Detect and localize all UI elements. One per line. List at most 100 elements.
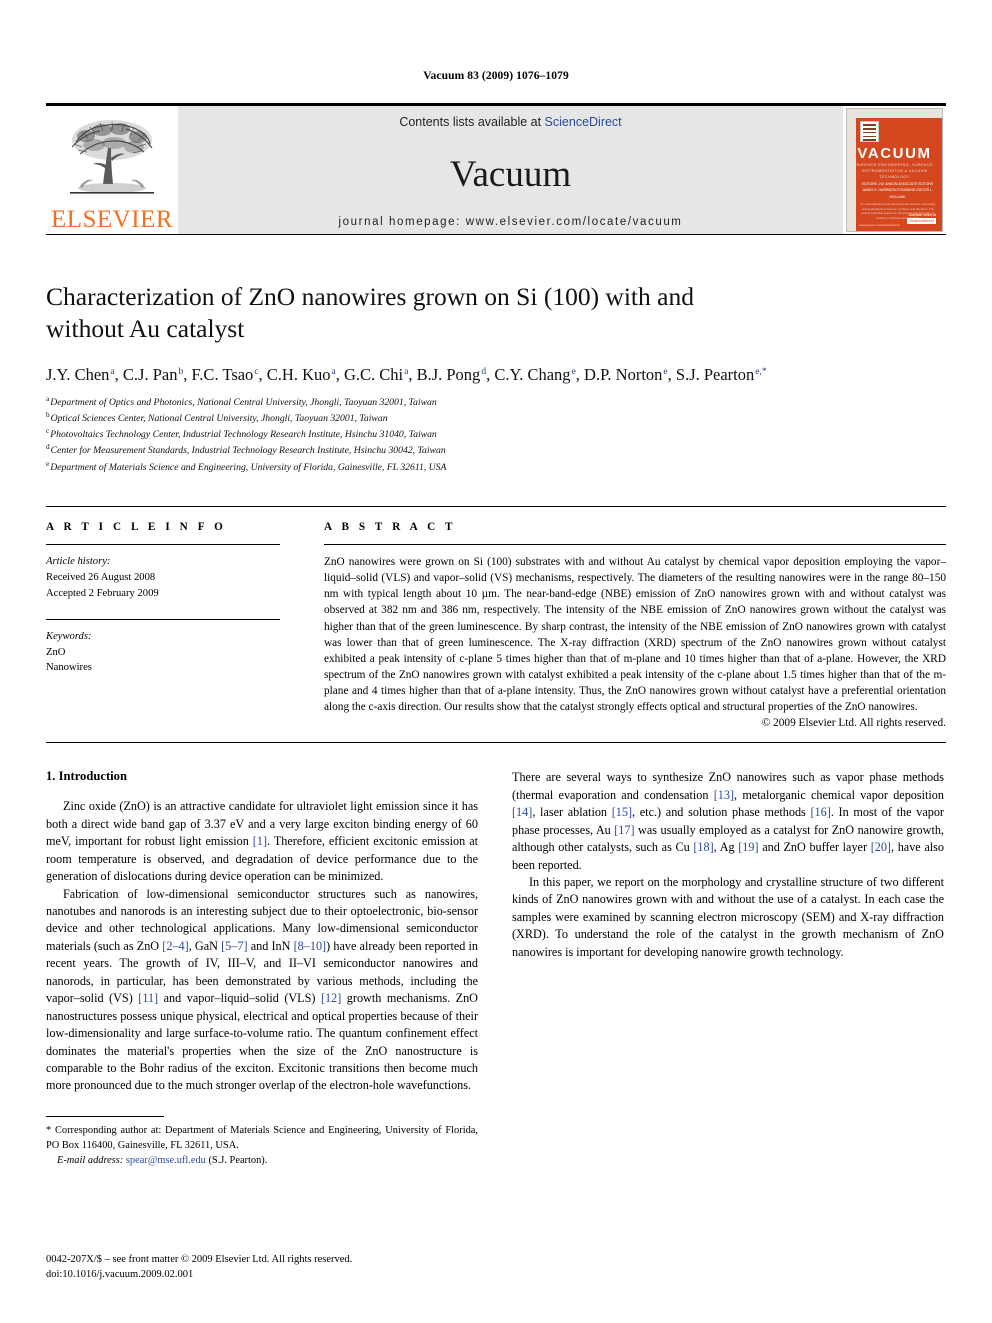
abstract-rule — [324, 544, 946, 546]
cover-subtitle: SURFACE ENGINEERING, SURFACE INSTRUMENTA… — [856, 163, 933, 180]
affiliation-text: Photovoltaics Technology Center, Industr… — [50, 429, 437, 441]
journal-homepage[interactable]: journal homepage: www.elsevier.com/locat… — [339, 216, 683, 228]
author-affiliation-marker: b — [178, 366, 184, 377]
citation-ref[interactable]: [20] — [871, 840, 891, 854]
citation-ref[interactable]: [2–4] — [162, 939, 188, 953]
author-affiliation-marker: a — [331, 366, 336, 377]
citation-ref[interactable]: [1] — [253, 834, 267, 848]
cover-badge-icon — [860, 121, 879, 142]
affiliation-item: eDepartment of Materials Science and Eng… — [46, 459, 946, 475]
citation-ref[interactable]: [8–10] — [294, 939, 327, 953]
affiliation-item: aDepartment of Optics and Photonics, Nat… — [46, 394, 946, 410]
author-name: G.C. Chi — [343, 365, 404, 385]
masthead-bottom-rule — [46, 234, 946, 235]
author-affiliation-marker: c — [254, 366, 259, 377]
intro-p2-text-f: growth mechanisms. ZnO nanostructures po… — [46, 991, 478, 1093]
info-abstract-block: A R T I C L E I N F O Article history: R… — [46, 506, 946, 729]
footnote-email-suffix: (S.J. Pearton). — [205, 1155, 268, 1167]
author-name: D.P. Norton — [584, 365, 663, 385]
intro-paragraph-3: There are several ways to synthesize ZnO… — [512, 769, 944, 874]
author-name: J.Y. Chen — [46, 365, 110, 385]
author-affiliation-marker: d — [481, 366, 487, 377]
citation-ref[interactable]: [11] — [138, 991, 158, 1005]
affiliation-text: Department of Materials Science and Engi… — [50, 461, 447, 473]
citation-ref[interactable]: [17] — [614, 823, 634, 837]
journal-title: Vacuum — [449, 154, 572, 195]
intro-p3-text-c: , laser ablation — [532, 805, 612, 820]
abstract-bottom-rule — [46, 742, 946, 744]
footnote-email-link[interactable]: spear@mse.ufl.edu — [126, 1155, 206, 1166]
article-info-column: A R T I C L E I N F O Article history: R… — [46, 521, 280, 729]
abstract-copyright: © 2009 Elsevier Ltd. All rights reserved… — [761, 717, 946, 730]
citation-ref[interactable]: [12] — [321, 991, 341, 1005]
cover-sciencedirect-mark: Available online at ScienceDirect — [907, 213, 936, 224]
running-head: Vacuum 83 (2009) 1076–1079 — [423, 70, 569, 82]
body-column-left: 1. Introduction Zinc oxide (ZnO) is an a… — [46, 769, 478, 1168]
elsevier-tree-icon — [70, 120, 154, 194]
abstract-text: ZnO nanowires were grown on Si (100) sub… — [324, 556, 946, 714]
affiliation-text: Center for Measurement Standards, Indust… — [50, 445, 446, 457]
footnote-email-line: E-mail address: spear@mse.ufl.edu (S.J. … — [46, 1153, 478, 1168]
author-name: S.J. Pearton — [675, 365, 755, 385]
citation-ref[interactable]: [15] — [612, 805, 632, 819]
page-footer: 0042-207X/$ – see front matter © 2009 El… — [46, 1253, 352, 1283]
intro-paragraph-2: Fabrication of low-dimensional semicondu… — [46, 886, 478, 1095]
sciencedirect-link[interactable]: ScienceDirect — [545, 115, 622, 129]
keyword-item: Nanowires — [46, 662, 92, 674]
affiliation-text: Department of Optics and Photonics, Nati… — [50, 396, 437, 408]
author-name: C.H. Kuo — [266, 365, 331, 385]
contents-available-line: Contents lists available at ScienceDirec… — [399, 115, 621, 129]
article-info-rule — [46, 544, 280, 546]
intro-p2-text-c: and InN — [247, 938, 294, 953]
masthead-center: Contents lists available at ScienceDirec… — [178, 106, 843, 234]
journal-cover-thumbnail: VACUUM SURFACE ENGINEERING, SURFACE INST… — [843, 106, 946, 234]
abstract-heading: A B S T R A C T — [324, 521, 457, 534]
elsevier-logo: ELSEVIER — [46, 106, 178, 234]
citation-ref[interactable]: [16] — [811, 805, 831, 819]
citation-ref[interactable]: [13] — [714, 788, 734, 802]
cover-title: VACUUM — [857, 145, 932, 162]
journal-cover-image: VACUUM SURFACE ENGINEERING, SURFACE INST… — [846, 108, 943, 232]
footnote-email-label: E-mail address: — [57, 1155, 124, 1167]
author-affiliation-marker: a — [110, 366, 115, 377]
intro-p3-text-g: , Ag — [713, 840, 739, 855]
cover-editors: EDITORS J.W. ANSON ASSOCIATE EDITORS JAM… — [861, 182, 934, 199]
author-name: F.C. Tsao — [191, 365, 254, 385]
footnote-corresponding-text: * Corresponding author at: Department of… — [46, 1124, 478, 1151]
author-affiliation-marker: e,* — [755, 366, 767, 377]
intro-p2-text-b: , GaN — [188, 938, 222, 953]
cover-sciencedirect-label: ScienceDirect — [907, 217, 936, 224]
article-history-label: Article history: — [46, 556, 111, 568]
keyword-item: ZnO — [46, 646, 66, 658]
cover-url: www.elsevier.com/locate/vacuum — [859, 223, 901, 227]
author-list: J.Y. Chena, C.J. Panb, F.C. Tsaoc, C.H. … — [46, 365, 767, 385]
affiliation-item: bOptical Sciences Center, National Centr… — [46, 410, 946, 426]
body-column-right: There are several ways to synthesize ZnO… — [512, 769, 944, 1168]
author-affiliation-marker: a — [404, 366, 409, 377]
intro-p3-text-h: and ZnO buffer layer — [758, 840, 871, 855]
journal-masthead: ELSEVIER Contents lists available at Sci… — [46, 103, 946, 234]
citation-ref[interactable]: [5–7] — [221, 939, 247, 953]
citation-ref[interactable]: [18] — [693, 840, 713, 854]
author-name: B.J. Pong — [416, 365, 481, 385]
intro-paragraph-1: Zinc oxide (ZnO) is an attractive candid… — [46, 798, 478, 885]
intro-paragraph-4: In this paper, we report on the morpholo… — [512, 875, 944, 959]
elsevier-wordmark: ELSEVIER — [50, 206, 174, 233]
abstract-column: A B S T R A C T ZnO nanowires were grown… — [324, 521, 946, 729]
citation-ref[interactable]: [19] — [738, 840, 758, 854]
affiliation-item: cPhotovoltaics Technology Center, Indust… — [46, 426, 946, 442]
citation-ref[interactable]: [14] — [512, 805, 532, 819]
author-affiliation-marker: e — [571, 366, 576, 377]
corresponding-author-footnote: * Corresponding author at: Department of… — [46, 1115, 478, 1168]
affiliation-list: aDepartment of Optics and Photonics, Nat… — [46, 394, 946, 475]
keywords-label: Keywords: — [46, 630, 92, 642]
article-accepted-date: Accepted 2 February 2009 — [46, 587, 159, 599]
intro-p3-text-d: , etc.) and solution phase methods — [632, 805, 811, 820]
author-name: C.J. Pan — [122, 365, 178, 385]
affiliation-item: dCenter for Measurement Standards, Indus… — [46, 442, 946, 458]
author-affiliation-marker: e — [663, 366, 668, 377]
body-columns: 1. Introduction Zinc oxide (ZnO) is an a… — [46, 769, 946, 1168]
footer-doi-line: doi:10.1016/j.vacuum.2009.02.001 — [46, 1269, 194, 1281]
paper-page: Vacuum 83 (2009) 1076–1079 ELSEVIER Cont… — [0, 0, 992, 1323]
